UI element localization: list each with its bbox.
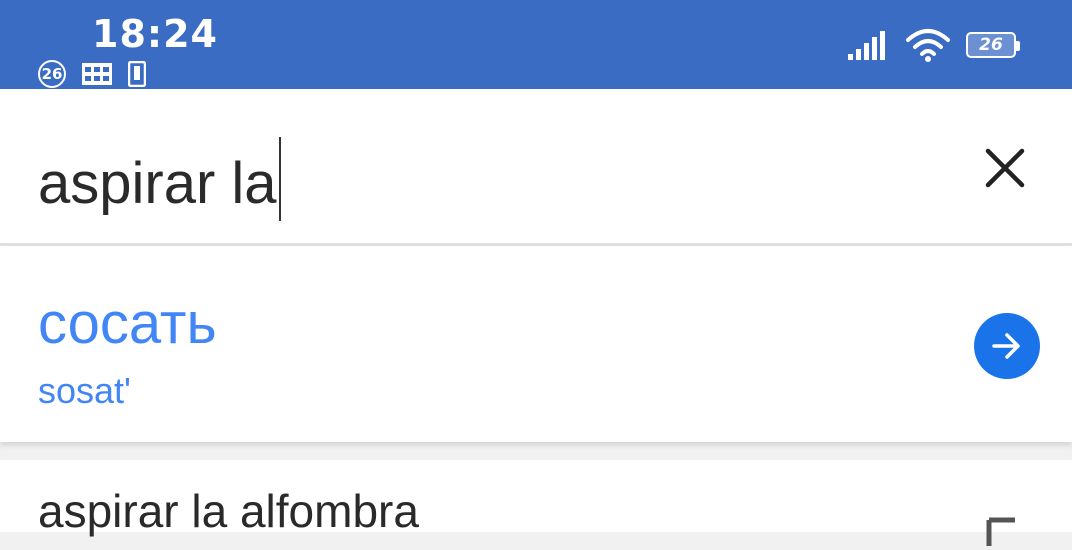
search-bar: aspirar la [0, 89, 1072, 243]
wifi-icon [906, 29, 950, 62]
suggestion-text: aspirar la alfombra [38, 485, 419, 537]
transliteration-text: sosat' [38, 370, 131, 411]
numbered-notification-icon: 26 [38, 60, 66, 88]
status-bar: 18:24 26 26 [0, 0, 1072, 89]
status-time: 18:24 [92, 12, 218, 56]
translation-result[interactable]: сосать sosat' [0, 246, 1072, 442]
phone-icon [128, 61, 146, 87]
suggestion-item[interactable]: aspirar la alfombra [0, 460, 1072, 546]
grid-icon [82, 63, 112, 85]
battery-icon: 26 [966, 32, 1020, 58]
arrow-right-icon [992, 333, 1020, 359]
translate-go-button[interactable] [974, 313, 1040, 379]
status-icons-left: 26 [38, 60, 146, 88]
status-icons-right: 26 [848, 28, 1020, 62]
close-icon[interactable] [982, 145, 1028, 191]
fill-arrow-icon[interactable] [985, 516, 1019, 550]
search-query: aspirar la [38, 151, 277, 216]
translation-text: сосать [38, 291, 217, 356]
text-caret [278, 137, 281, 221]
search-input[interactable]: aspirar la [38, 137, 281, 221]
signal-icon [848, 31, 885, 60]
